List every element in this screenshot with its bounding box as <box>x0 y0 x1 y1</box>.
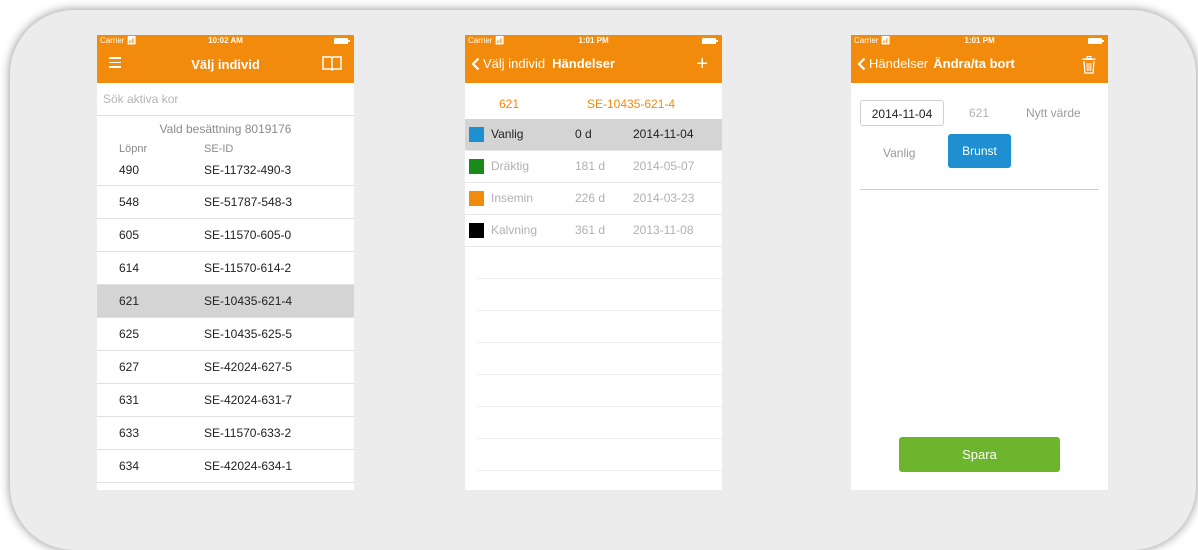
row-lopnr: 625 <box>119 327 139 341</box>
section-title: Vald besättning 8019176 <box>97 122 354 136</box>
back-button[interactable]: Välj individ Händelser <box>471 56 615 71</box>
empty-row <box>477 407 722 439</box>
chevron-left-icon <box>857 57 866 71</box>
row-seid: SE-11570-605-0 <box>204 228 291 242</box>
table-row[interactable]: 621 SE-10435-621-4 <box>97 285 354 318</box>
event-date: 2014-03-23 <box>633 191 694 205</box>
save-button[interactable]: Spara <box>899 437 1060 472</box>
nav-title: Händelser <box>552 56 615 71</box>
table-row[interactable]: 625 SE-10435-625-5 <box>97 318 354 351</box>
row-lopnr: 634 <box>119 459 139 473</box>
status-time: 10:02 AM <box>97 36 354 45</box>
battery-icon <box>702 38 716 44</box>
nav-title: Välj individ <box>97 57 354 72</box>
phone-edit-event: Carrier 📶︎ 1:01 PM Händelser Ändra/ta bo… <box>851 35 1108 490</box>
event-color-swatch <box>469 191 484 206</box>
event-name: Dräktig <box>491 159 529 173</box>
status-time: 1:01 PM <box>851 36 1108 45</box>
lopnr-value: 621 <box>969 106 989 120</box>
event-color-swatch <box>469 127 484 142</box>
plus-icon[interactable]: + <box>696 53 708 76</box>
empty-row <box>477 439 722 471</box>
event-date: 2014-11-04 <box>633 127 694 141</box>
table-row[interactable]: 627 SE-42024-627-5 <box>97 351 354 384</box>
event-days: 0 d <box>575 127 592 141</box>
navbar: Välj individ <box>97 47 354 83</box>
event-name: Kalvning <box>491 223 537 237</box>
divider <box>860 189 1099 190</box>
table-row[interactable]: 634 SE-42024-634-1 <box>97 450 354 483</box>
row-lopnr: 621 <box>119 294 139 308</box>
event-days: 361 d <box>575 223 605 237</box>
status-time: 1:01 PM <box>465 36 722 45</box>
header-lopnr: 621 <box>499 97 519 111</box>
status-bar: Carrier 📶︎ 10:02 AM <box>97 35 354 47</box>
row-lopnr: 605 <box>119 228 139 242</box>
row-seid: SE-11732-490-3 <box>204 163 291 177</box>
row-seid: SE-42024-627-5 <box>204 360 292 374</box>
battery-icon <box>1088 38 1102 44</box>
empty-row <box>477 375 722 407</box>
back-label: Händelser <box>869 56 928 71</box>
individual-list: 490 SE-11732-490-3 548 SE-51787-548-3 605 SE-… <box>97 151 354 490</box>
chevron-left-icon <box>471 57 480 71</box>
row-lopnr: 548 <box>119 195 139 209</box>
empty-row <box>477 343 722 375</box>
back-label: Välj individ <box>483 56 545 71</box>
row-seid: SE-51787-548-3 <box>204 195 292 209</box>
row-lopnr: 633 <box>119 426 139 440</box>
date-field[interactable]: 2014-11-04 <box>860 100 944 126</box>
event-color-swatch <box>469 223 484 238</box>
segment-brunst[interactable]: Brunst <box>948 134 1011 168</box>
empty-row <box>477 279 722 311</box>
phone-select-individual: Carrier 📶︎ 10:02 AM Välj individ Sök akt… <box>97 35 354 490</box>
row-seid: SE-11570-614-2 <box>204 261 291 275</box>
navbar: Välj individ Händelser + <box>465 47 722 83</box>
row-lopnr: 490 <box>119 163 139 177</box>
event-color-swatch <box>469 159 484 174</box>
status-bar: Carrier 📶︎ 1:01 PM <box>851 35 1108 47</box>
row-lopnr: 627 <box>119 360 139 374</box>
event-row[interactable]: Kalvning 361 d 2013-11-08 <box>465 215 722 247</box>
nav-title: Ändra/ta bort <box>933 56 1015 71</box>
table-row[interactable]: 638SE-11570-638-1 <box>97 483 354 490</box>
table-row[interactable]: 633 SE-11570-633-2 <box>97 417 354 450</box>
segment-vanlig[interactable]: Vanlig <box>883 146 915 160</box>
event-row[interactable]: Dräktig 181 d 2014-05-07 <box>465 151 722 183</box>
event-list: Vanlig 0 d 2014-11-04 Dräktig 181 d 2014-05-0… <box>465 119 722 471</box>
back-button[interactable]: Händelser Ändra/ta bort <box>857 56 1015 71</box>
event-name: Insemin <box>491 191 533 205</box>
table-row[interactable]: 631 SE-42024-631-7 <box>97 384 354 417</box>
row-seid: SE-10435-621-4 <box>204 294 292 308</box>
trash-icon[interactable] <box>1082 56 1096 74</box>
event-name: Vanlig <box>491 127 523 141</box>
phone-events: Carrier 📶︎ 1:01 PM Välj individ Händelse… <box>465 35 722 490</box>
event-row[interactable]: Insemin 226 d 2014-03-23 <box>465 183 722 215</box>
table-row[interactable]: 605 SE-11570-605-0 <box>97 219 354 252</box>
row-seid: SE-11570-633-2 <box>204 426 291 440</box>
table-row[interactable]: 548 SE-51787-548-3 <box>97 186 354 219</box>
empty-row <box>477 311 722 343</box>
table-row[interactable]: 490 SE-11732-490-3 <box>97 151 354 186</box>
status-bar: Carrier 📶︎ 1:01 PM <box>465 35 722 47</box>
row-seid: SE-42024-634-1 <box>204 459 292 473</box>
battery-icon <box>334 38 348 44</box>
row-lopnr: 614 <box>119 261 139 275</box>
event-days: 181 d <box>575 159 605 173</box>
event-days: 226 d <box>575 191 605 205</box>
event-date: 2014-05-07 <box>633 159 694 173</box>
book-icon[interactable] <box>322 55 342 71</box>
table-row[interactable]: 614 SE-11570-614-2 <box>97 252 354 285</box>
event-row[interactable]: Vanlig 0 d 2014-11-04 <box>465 119 722 151</box>
row-lopnr: 631 <box>119 393 139 407</box>
header-seid: SE-10435-621-4 <box>587 97 675 111</box>
search-input[interactable]: Sök aktiva kor <box>97 83 354 116</box>
empty-row <box>477 247 722 279</box>
row-seid: SE-10435-625-5 <box>204 327 292 341</box>
row-seid: SE-42024-631-7 <box>204 393 292 407</box>
new-value-field[interactable]: Nytt värde <box>1026 106 1081 120</box>
navbar: Händelser Ändra/ta bort <box>851 47 1108 83</box>
event-date: 2013-11-08 <box>633 223 694 237</box>
